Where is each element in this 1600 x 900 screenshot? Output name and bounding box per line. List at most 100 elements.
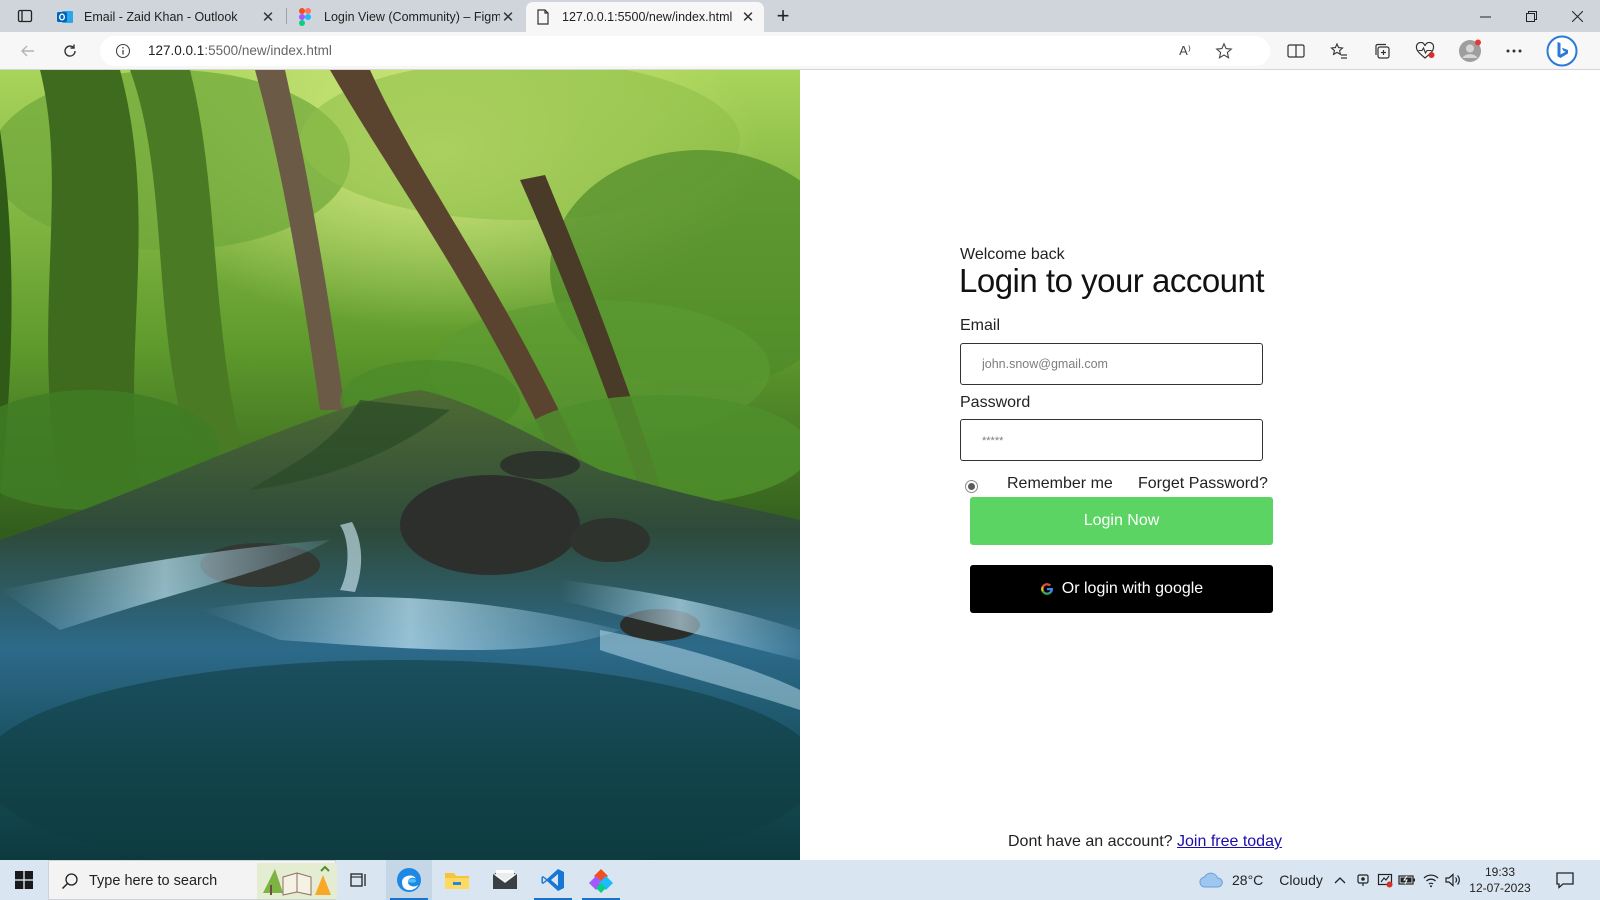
signup-prompt: Dont have an account? Join free today — [1008, 833, 1282, 851]
password-label: Password — [960, 394, 1031, 411]
tab-figma[interactable]: Login View (Community) – Figma ✕ — [288, 2, 524, 32]
figma-icon — [296, 8, 314, 26]
join-free-link[interactable]: Join free today — [1177, 833, 1282, 850]
favorite-star-button[interactable] — [1213, 40, 1235, 62]
split-screen-icon — [1287, 44, 1305, 58]
browser-essentials-button[interactable] — [1411, 37, 1439, 65]
bing-icon — [1546, 35, 1578, 67]
restore-button[interactable] — [1508, 0, 1554, 32]
settings-more-button[interactable] — [1500, 37, 1528, 65]
close-tab-icon[interactable]: ✕ — [740, 9, 756, 26]
show-hidden-icons-button[interactable] — [1330, 870, 1350, 890]
collections-button[interactable] — [1368, 37, 1396, 65]
tab-local-page[interactable]: 127.0.0.1:5500/new/index.html ✕ — [526, 2, 764, 32]
remember-me-radio[interactable] — [965, 480, 978, 493]
remember-me-label: Remember me — [1007, 475, 1113, 492]
forest-stream-photo — [0, 70, 800, 860]
taskbar-figma-button[interactable] — [578, 860, 624, 900]
clock-date: 12-07-2023 — [1469, 881, 1531, 895]
back-arrow-icon — [21, 45, 34, 57]
wifi-icon[interactable] — [1421, 870, 1441, 890]
taskbar-vscode-button[interactable] — [530, 860, 576, 900]
collections-icon — [1375, 43, 1390, 59]
minimize-icon — [1479, 16, 1491, 17]
vscode-icon — [541, 869, 564, 891]
search-highlight-illustration — [257, 863, 337, 899]
system-clock[interactable]: 19:33 12-07-2023 — [1464, 864, 1536, 896]
battery-icon[interactable] — [1397, 870, 1417, 890]
weather-condition: Cloudy — [1279, 872, 1323, 888]
avatar — [1459, 39, 1481, 62]
clock-time: 19:33 — [1484, 865, 1516, 879]
favorites-button[interactable] — [1325, 37, 1353, 65]
edge-icon — [397, 868, 421, 892]
email-label: Email — [960, 317, 1001, 334]
outlook-icon — [56, 8, 74, 26]
tray-network-alert-icon[interactable] — [1375, 870, 1395, 890]
browser-tab-strip: Email - Zaid Khan - Outlook ✕ Login View… — [0, 0, 1600, 32]
read-aloud-icon: A⁾ — [1179, 43, 1191, 58]
task-view-button[interactable] — [336, 860, 382, 900]
url-host: 127.0.0.1 — [148, 43, 205, 58]
login-button[interactable]: Login Now — [970, 497, 1273, 545]
taskbar-mail-button[interactable] — [482, 860, 528, 900]
tab-actions-menu-button[interactable] — [8, 5, 42, 27]
chevron-up-icon — [1334, 877, 1346, 884]
close-tab-icon[interactable]: ✕ — [500, 9, 516, 26]
taskbar-search-box[interactable]: Type here to search — [48, 860, 337, 900]
google-button-label: Or login with google — [1061, 580, 1204, 597]
tab-title: 127.0.0.1:5500/new/index.html — [562, 10, 733, 24]
password-field[interactable] — [960, 419, 1263, 461]
star-icon — [1215, 42, 1233, 59]
plus-icon: + — [776, 3, 790, 28]
url-path: :5500/new/index.html — [204, 43, 332, 58]
browser-toolbar: 127.0.0.1:5500/new/index.html A⁾ — [0, 32, 1600, 70]
radio-dot — [968, 483, 975, 490]
forgot-password-link[interactable]: Forget Password? — [1138, 475, 1268, 493]
folder-icon — [445, 873, 469, 889]
start-button[interactable] — [0, 860, 48, 900]
figma-app-icon — [589, 869, 613, 893]
notification-center-button[interactable] — [1555, 870, 1575, 890]
weather-temperature: 28°C — [1232, 872, 1264, 888]
windows-taskbar: Type here to search 28°C Cloudy 19:33 12… — [0, 860, 1600, 900]
minimize-button[interactable] — [1462, 0, 1508, 32]
close-window-icon — [1571, 10, 1583, 22]
site-info-icon[interactable] — [114, 42, 132, 60]
tray-meet-icon[interactable] — [1353, 870, 1373, 890]
volume-icon[interactable] — [1443, 870, 1463, 890]
close-tab-icon[interactable]: ✕ — [260, 9, 276, 26]
favorites-icon — [1330, 42, 1347, 59]
split-screen-button[interactable] — [1282, 37, 1310, 65]
cloud-icon — [1199, 872, 1223, 888]
weather-widget[interactable]: 28°C Cloudy — [1198, 868, 1323, 892]
page-title: Login to your account — [959, 262, 1265, 299]
taskbar-edge-button[interactable] — [386, 860, 432, 900]
profile-button[interactable] — [1456, 37, 1484, 65]
notification-icon — [1556, 872, 1574, 889]
back-button[interactable] — [14, 37, 42, 65]
bing-chat-button[interactable] — [1546, 35, 1578, 67]
signup-prompt-text: Dont have an account? — [1008, 833, 1173, 850]
more-dots-icon — [1506, 49, 1522, 53]
task-view-icon — [350, 873, 366, 887]
refresh-icon — [64, 44, 76, 57]
search-placeholder: Type here to search — [89, 873, 218, 889]
tab-title: Email - Zaid Khan - Outlook — [84, 10, 238, 24]
google-login-button[interactable]: Or login with google — [970, 565, 1273, 613]
tab-outlook[interactable]: Email - Zaid Khan - Outlook ✕ — [48, 2, 284, 32]
restore-icon — [1525, 10, 1537, 22]
tab-actions-icon — [17, 9, 33, 23]
close-window-button[interactable] — [1554, 0, 1600, 32]
read-aloud-button[interactable]: A⁾ — [1174, 40, 1196, 62]
email-field[interactable] — [960, 343, 1263, 385]
address-bar[interactable]: 127.0.0.1:5500/new/index.html A⁾ — [100, 36, 1270, 66]
page-viewport: Welcome back Login to your account Email… — [0, 70, 1600, 860]
tab-title: Login View (Community) – Figma — [324, 10, 500, 24]
tab-separator — [286, 8, 287, 24]
new-tab-button[interactable]: + — [770, 3, 796, 28]
google-icon — [1040, 582, 1054, 596]
mail-icon — [492, 870, 518, 889]
refresh-button[interactable] — [56, 37, 84, 65]
taskbar-file-explorer-button[interactable] — [434, 860, 480, 900]
